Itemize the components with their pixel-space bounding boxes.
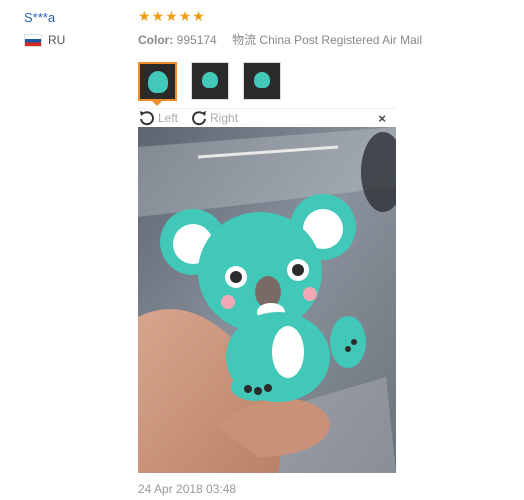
rotate-left-button[interactable]: Left: [138, 110, 178, 126]
star-icon: ★: [151, 8, 165, 24]
country-code: RU: [48, 33, 66, 47]
star-icon: ★: [165, 8, 178, 24]
star-icon: ★: [178, 8, 192, 24]
rotate-left-label: Left: [158, 111, 179, 125]
color-label: Color:: [138, 33, 174, 47]
koala-thumbnail-image: [148, 71, 168, 93]
rotate-right-label: Right: [210, 111, 239, 125]
image-viewer-toolbar: Left Right ×: [138, 108, 396, 127]
koala-teether-photo: [138, 127, 396, 473]
rotate-right-icon: [192, 111, 207, 126]
thumbnail-3[interactable]: [243, 62, 281, 100]
rotate-left-icon: [140, 111, 154, 126]
star-icon: ★: [192, 8, 205, 24]
photo-thumbnails: [138, 62, 281, 101]
review-date: 24 Apr 2018 03:48: [138, 482, 237, 496]
reviewer-name[interactable]: S***a: [24, 10, 65, 25]
koala-thumbnail-image: [254, 72, 270, 88]
russia-flag-icon: [24, 33, 42, 47]
rotate-right-button[interactable]: Right: [190, 110, 238, 126]
close-icon[interactable]: ×: [378, 111, 386, 126]
reviewer-info: S***a RU: [24, 10, 65, 47]
koala-thumbnail-image: [202, 72, 218, 88]
shipping-method: 物流 China Post Registered Air Mail: [232, 33, 423, 47]
review-photo: [138, 127, 396, 473]
thumbnail-1[interactable]: [138, 62, 177, 101]
reviewer-country: RU: [24, 33, 65, 47]
color-value: 995174: [176, 33, 217, 47]
thumbnail-2[interactable]: [191, 62, 229, 100]
thumbnail-pointer: [151, 100, 163, 106]
order-meta: Color: 995174 物流 China Post Registered A…: [138, 31, 422, 48]
star-icon: ★: [138, 8, 151, 24]
star-rating: ★ ★ ★ ★ ★: [138, 9, 205, 23]
